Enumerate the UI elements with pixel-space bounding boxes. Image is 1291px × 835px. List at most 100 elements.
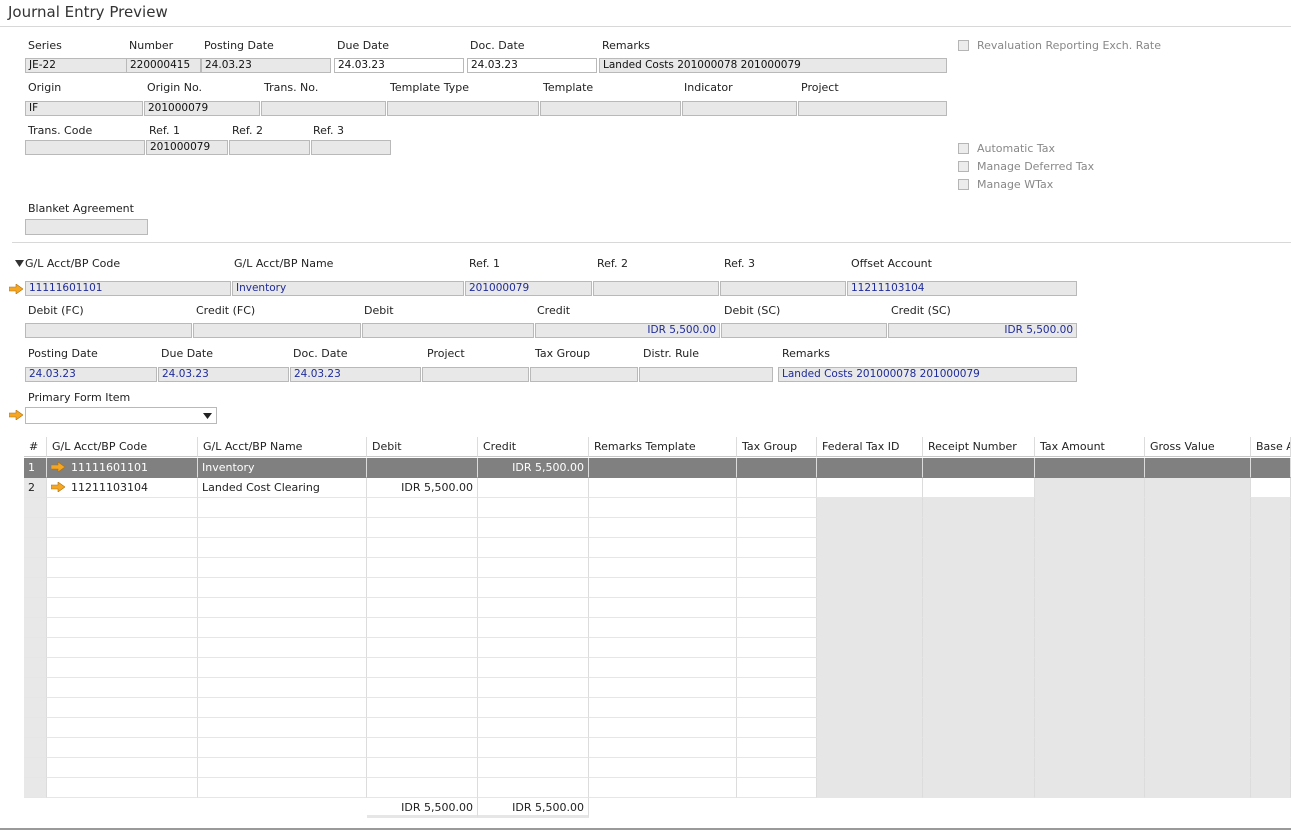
cell-name[interactable]	[198, 578, 367, 598]
cell-tax-amount[interactable]	[1035, 758, 1145, 778]
cell-remarks-template[interactable]	[589, 558, 737, 578]
cell-gross-value[interactable]	[1145, 518, 1251, 538]
cell-code[interactable]	[47, 678, 198, 698]
cell-tax-amount[interactable]	[1035, 598, 1145, 618]
table-row[interactable]: 2 11211103104 Landed Cost Clearing IDR 5,50…	[24, 478, 1291, 498]
column-header-name[interactable]: G/L Acct/BP Name	[198, 437, 367, 457]
cell-remarks-template[interactable]	[589, 518, 737, 538]
cell-federal-tax-id[interactable]	[817, 598, 923, 618]
cell-remarks-template[interactable]	[589, 658, 737, 678]
cell-code[interactable]	[47, 758, 198, 778]
cell-base-amount[interactable]	[1251, 638, 1291, 658]
cell-receipt-number[interactable]	[923, 498, 1035, 518]
cell-debit[interactable]	[367, 658, 478, 678]
line-project-field[interactable]	[422, 367, 529, 382]
trans-no-field[interactable]	[261, 101, 386, 116]
origin-field[interactable]: IF	[25, 101, 143, 116]
cell-federal-tax-id[interactable]	[817, 778, 923, 798]
empty-table-row[interactable]	[24, 658, 1291, 678]
cell-tax-group[interactable]	[737, 598, 817, 618]
cell-code[interactable]	[47, 718, 198, 738]
origin-no-field[interactable]: 201000079	[144, 101, 260, 116]
ref1-field[interactable]: 201000079	[146, 140, 228, 155]
cell-debit[interactable]	[367, 758, 478, 778]
cell-num[interactable]	[24, 778, 47, 798]
cell-receipt-number[interactable]	[923, 758, 1035, 778]
column-header-federal-tax-id[interactable]: Federal Tax ID	[817, 437, 923, 457]
cell-receipt-number[interactable]	[923, 598, 1035, 618]
cell-federal-tax-id[interactable]	[817, 618, 923, 638]
cell-credit[interactable]	[478, 658, 589, 678]
cell-debit[interactable]: IDR 5,500.00	[367, 478, 478, 498]
column-header-credit[interactable]: Credit	[478, 437, 589, 457]
cell-tax-amount[interactable]	[1035, 778, 1145, 798]
cell-receipt-number[interactable]	[923, 738, 1035, 758]
line-ref3-field[interactable]	[720, 281, 846, 296]
line-gl-name-field[interactable]: Inventory	[232, 281, 464, 296]
cell-credit[interactable]	[478, 518, 589, 538]
cell-tax-amount[interactable]	[1035, 518, 1145, 538]
cell-tax-amount[interactable]	[1035, 678, 1145, 698]
cell-tax-group[interactable]	[737, 458, 817, 478]
cell-receipt-number[interactable]	[923, 478, 1035, 498]
number-field[interactable]: 220000415	[126, 58, 201, 73]
cell-receipt-number[interactable]	[923, 658, 1035, 678]
line-gl-code-field[interactable]: 11111601101	[25, 281, 231, 296]
cell-tax-amount[interactable]	[1035, 578, 1145, 598]
cell-base-amount[interactable]	[1251, 578, 1291, 598]
cell-credit[interactable]	[478, 578, 589, 598]
cell-name[interactable]	[198, 678, 367, 698]
cell-name[interactable]: Landed Cost Clearing	[198, 478, 367, 498]
empty-table-row[interactable]	[24, 618, 1291, 638]
cell-code[interactable]	[47, 598, 198, 618]
cell-tax-group[interactable]	[737, 618, 817, 638]
due-date-field[interactable]: 24.03.23	[334, 58, 464, 73]
doc-date-field[interactable]: 24.03.23	[467, 58, 597, 73]
cell-gross-value[interactable]	[1145, 678, 1251, 698]
cell-code[interactable]	[47, 558, 198, 578]
cell-tax-amount[interactable]	[1035, 538, 1145, 558]
column-header-remarks-template[interactable]: Remarks Template	[589, 437, 737, 457]
cell-receipt-number[interactable]	[923, 518, 1035, 538]
cell-credit[interactable]	[478, 618, 589, 638]
cell-code[interactable]	[47, 618, 198, 638]
cell-gross-value[interactable]	[1145, 778, 1251, 798]
empty-table-row[interactable]	[24, 778, 1291, 798]
column-header-debit[interactable]: Debit	[367, 437, 478, 457]
cell-tax-group[interactable]	[737, 498, 817, 518]
cell-gross-value[interactable]	[1145, 598, 1251, 618]
automatic-tax-checkbox[interactable]	[958, 143, 969, 154]
cell-federal-tax-id[interactable]	[817, 458, 923, 478]
cell-num[interactable]	[24, 758, 47, 778]
cell-gross-value[interactable]	[1145, 498, 1251, 518]
empty-table-row[interactable]	[24, 738, 1291, 758]
cell-federal-tax-id[interactable]	[817, 638, 923, 658]
cell-tax-amount[interactable]	[1035, 478, 1145, 498]
cell-name[interactable]	[198, 778, 367, 798]
cell-remarks-template[interactable]	[589, 738, 737, 758]
cell-num[interactable]	[24, 698, 47, 718]
cell-base-amount[interactable]	[1251, 558, 1291, 578]
cell-receipt-number[interactable]	[923, 458, 1035, 478]
cell-tax-amount[interactable]	[1035, 638, 1145, 658]
cell-num[interactable]: 2	[24, 478, 47, 498]
cell-tax-group[interactable]	[737, 778, 817, 798]
cell-debit[interactable]	[367, 518, 478, 538]
table-row[interactable]: 1 11111601101 Inventory IDR 5,500.00	[24, 458, 1291, 478]
cell-credit[interactable]	[478, 498, 589, 518]
line-doc-date-field[interactable]: 24.03.23	[290, 367, 421, 382]
cell-base-amount[interactable]	[1251, 598, 1291, 618]
empty-table-row[interactable]	[24, 498, 1291, 518]
cell-credit[interactable]	[478, 738, 589, 758]
collapse-triangle-icon[interactable]	[15, 260, 24, 267]
column-header-gross-value[interactable]: Gross Value	[1145, 437, 1251, 457]
cell-debit[interactable]	[367, 538, 478, 558]
column-header-receipt-number[interactable]: Receipt Number	[923, 437, 1035, 457]
cell-base-amount[interactable]	[1251, 678, 1291, 698]
cell-num[interactable]: 1	[24, 458, 47, 478]
cell-federal-tax-id[interactable]	[817, 738, 923, 758]
cell-num[interactable]	[24, 598, 47, 618]
cell-credit[interactable]	[478, 678, 589, 698]
cell-debit[interactable]	[367, 458, 478, 478]
manage-wtax-checkbox[interactable]	[958, 179, 969, 190]
